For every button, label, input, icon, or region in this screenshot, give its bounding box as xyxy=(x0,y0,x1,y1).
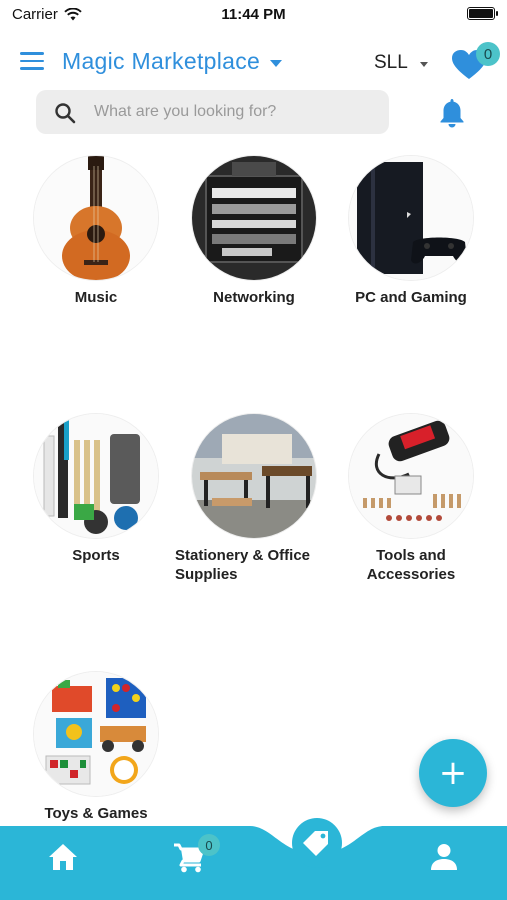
rotary-tool-kit-image xyxy=(349,414,473,538)
category-label: Music xyxy=(74,289,118,306)
deals-tab-button[interactable] xyxy=(292,818,342,868)
app-header: Magic Marketplace SLL 0 xyxy=(0,40,507,84)
category-toys[interactable]: Toys & Games xyxy=(17,672,175,823)
category-stationery[interactable]: Stationery & Office Supplies xyxy=(175,414,333,584)
category-label: Networking xyxy=(213,289,295,306)
hamburger-menu-icon[interactable] xyxy=(20,52,44,70)
category-pc-gaming[interactable]: PC and Gaming xyxy=(332,156,490,307)
tag-icon xyxy=(303,831,328,856)
search-icon xyxy=(55,103,76,124)
category-networking[interactable]: Networking xyxy=(175,156,333,307)
server-rack-image xyxy=(192,156,316,280)
wishlist-button[interactable]: 0 xyxy=(452,42,502,82)
category-music[interactable]: Music xyxy=(17,156,175,307)
cricket-gear-image xyxy=(34,414,158,538)
category-label: PC and Gaming xyxy=(355,289,467,306)
add-listing-button[interactable]: + xyxy=(419,739,487,807)
cart-count-badge: 0 xyxy=(198,834,220,856)
notification-bell-icon[interactable] xyxy=(437,97,467,129)
status-bar: Carrier 11:44 PM xyxy=(0,0,507,28)
category-tools[interactable]: Tools and Accessories xyxy=(332,414,490,584)
category-label: Sports xyxy=(72,547,120,564)
chevron-down-icon xyxy=(270,59,283,67)
currency-label: SLL xyxy=(374,52,408,73)
wishlist-count-badge: 0 xyxy=(476,42,500,66)
office-furniture-image xyxy=(192,414,316,538)
toys-image xyxy=(34,672,158,796)
category-label: Toys & Games xyxy=(44,805,148,822)
plus-icon: + xyxy=(438,753,468,793)
category-label: Stationery & Office Supplies xyxy=(175,547,311,583)
status-time: 11:44 PM xyxy=(221,6,286,23)
category-label: Tools and Accessories xyxy=(366,547,456,583)
currency-selector[interactable]: SLL xyxy=(374,52,428,74)
caret-down-icon xyxy=(419,61,428,67)
search-input[interactable] xyxy=(94,100,374,124)
acoustic-guitar-image xyxy=(34,156,158,280)
category-sports[interactable]: Sports xyxy=(17,414,175,565)
battery-icon xyxy=(467,7,498,20)
search-bar[interactable] xyxy=(36,90,389,134)
profile-icon[interactable] xyxy=(431,843,457,871)
home-icon[interactable] xyxy=(48,843,78,871)
game-console-image xyxy=(349,156,473,280)
page-title: Magic Marketplace xyxy=(62,48,261,74)
marketplace-selector[interactable]: Magic Marketplace xyxy=(62,48,283,75)
